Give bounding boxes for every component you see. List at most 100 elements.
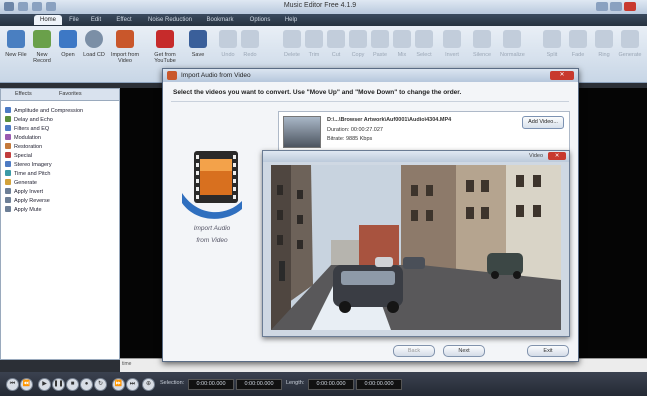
effect-icon — [5, 206, 11, 212]
save-button[interactable]: Save — [186, 30, 210, 58]
tab-options[interactable]: Options — [244, 15, 276, 25]
effect-item[interactable]: Stereo Imagery — [5, 161, 52, 168]
tab-edit[interactable]: Edit — [86, 15, 106, 25]
dialog-close-button[interactable]: ✕ — [550, 71, 574, 80]
fast-forward-icon[interactable]: ⏩ — [112, 378, 125, 391]
effect-icon — [5, 143, 11, 149]
quick-redo-icon[interactable] — [46, 2, 56, 11]
dialog-title-bar: Import Audio from Video ✕ — [163, 69, 578, 82]
video-path: D:\...\Browser Artwork\Auf0001\Audio\430… — [327, 117, 452, 123]
new-record-button[interactable]: New Record — [30, 30, 54, 64]
quick-undo-icon[interactable] — [32, 2, 42, 11]
close-button[interactable] — [624, 2, 636, 11]
tab-file[interactable]: File — [64, 15, 84, 25]
generate-icon — [621, 30, 639, 48]
normalize-button[interactable]: Normalize — [500, 30, 525, 58]
effect-icon — [5, 125, 11, 131]
quick-save-icon[interactable] — [18, 2, 28, 11]
new-file-button[interactable]: New File — [4, 30, 28, 58]
minimize-button[interactable] — [596, 2, 608, 11]
loop-icon[interactable]: ↻ — [94, 378, 107, 391]
tab-home[interactable]: Home — [34, 15, 62, 25]
tab-effects[interactable]: Effects — [15, 91, 32, 97]
video-frame — [271, 165, 561, 330]
effect-icon — [5, 161, 11, 167]
tab-favorites[interactable]: Favorites — [59, 91, 82, 97]
app-logo-icon[interactable] — [4, 2, 14, 11]
preview-title-bar: Video ✕ — [263, 151, 569, 162]
effect-icon — [5, 197, 11, 203]
import-from-video-button[interactable]: Import from Video — [110, 30, 140, 64]
invert-button[interactable]: Invert — [440, 30, 464, 58]
effect-item[interactable]: Restoration — [5, 143, 42, 150]
title-bar: Music Editor Free 4.1.9 — [0, 0, 647, 15]
effect-item[interactable]: Modulation — [5, 134, 41, 141]
length-end: 0:00:00.000 — [356, 379, 402, 390]
mix-button[interactable]: Mix — [390, 30, 414, 58]
effects-panel: Effects Favorites Amplitude and Compress… — [0, 88, 120, 360]
stop-icon[interactable]: ■ — [66, 378, 79, 391]
ring-button[interactable]: Ring — [592, 30, 616, 58]
scissors-icon — [327, 30, 345, 48]
selection-end: 0:00:00.000 — [236, 379, 282, 390]
play-icon[interactable]: ▶ — [38, 378, 51, 391]
undo-button[interactable]: Undo — [216, 30, 240, 58]
load-cd-button[interactable]: Load CD — [82, 30, 106, 58]
paste-button[interactable]: Paste — [368, 30, 392, 58]
pause-icon[interactable]: ❚❚ — [52, 378, 65, 391]
effect-item[interactable]: Apply Invert — [5, 188, 43, 195]
tab-effect[interactable]: Effect — [110, 15, 138, 25]
next-button[interactable]: Next — [443, 345, 485, 357]
length-label: Length: — [286, 380, 305, 386]
add-video-button[interactable]: Add Video... — [522, 116, 564, 129]
go-end-icon[interactable]: ⏭ — [126, 378, 139, 391]
tab-help[interactable]: Help — [280, 15, 302, 25]
effect-icon — [5, 179, 11, 185]
effect-item[interactable]: Amplitude and Compression — [5, 107, 83, 114]
dialog-instruction: Select the videos you want to convert. U… — [173, 89, 462, 96]
dialog-side-art: Import Audio from Video — [177, 149, 247, 245]
select-button[interactable]: Select — [412, 30, 436, 58]
fade-button[interactable]: Fade — [566, 30, 590, 58]
effect-item[interactable]: Special — [5, 152, 32, 159]
dialog-title: Import Audio from Video — [181, 72, 251, 79]
side-label-line2: from Video — [196, 237, 228, 244]
redo-icon — [241, 30, 259, 48]
effect-item[interactable]: Generate — [5, 179, 37, 186]
split-button[interactable]: Split — [540, 30, 564, 58]
redo-button[interactable]: Redo — [238, 30, 262, 58]
tab-noise-reduction[interactable]: Noise Reduction — [142, 15, 198, 25]
go-start-icon[interactable]: ⏮ — [6, 378, 19, 391]
selection-label: Selection: — [160, 380, 185, 386]
record-icon[interactable]: ● — [80, 378, 93, 391]
exit-button[interactable]: Exit — [527, 345, 569, 357]
rewind-icon[interactable]: ⏪ — [20, 378, 33, 391]
side-label-line1: Import Audio — [193, 225, 231, 232]
tab-bookmark[interactable]: Bookmark — [200, 15, 240, 25]
effect-item[interactable]: Apply Mute — [5, 206, 42, 213]
copy-button[interactable]: Copy — [346, 30, 370, 58]
zoom-icon[interactable]: ⊕ — [142, 378, 155, 391]
cut-button[interactable]: Cut — [324, 30, 348, 58]
open-folder-icon — [59, 30, 77, 48]
silence-button[interactable]: Silence — [470, 30, 494, 58]
effect-item[interactable]: Filters and EQ — [5, 125, 49, 132]
preview-close-button[interactable]: ✕ — [548, 152, 566, 160]
maximize-button[interactable] — [610, 2, 622, 11]
get-from-youtube-button[interactable]: Get from YouTube — [150, 30, 180, 64]
effect-item[interactable]: Apply Reverse — [5, 197, 50, 204]
trim-button[interactable]: Trim — [302, 30, 326, 58]
preview-title: Video — [529, 153, 543, 159]
effect-icon — [5, 170, 11, 176]
delete-button[interactable]: Delete — [280, 30, 304, 58]
effect-item[interactable]: Delay and Echo — [5, 116, 53, 123]
back-button[interactable]: Back — [393, 345, 435, 357]
generate-button[interactable]: Generate — [618, 30, 642, 58]
effect-item[interactable]: Time and Pitch — [5, 170, 50, 177]
film-icon — [167, 71, 177, 80]
silence-icon — [473, 30, 491, 48]
open-button[interactable]: Open — [56, 30, 80, 58]
video-preview-window: Video ✕ — [262, 150, 570, 337]
effects-panel-tabs: Effects Favorites — [1, 89, 119, 101]
save-icon — [189, 30, 207, 48]
